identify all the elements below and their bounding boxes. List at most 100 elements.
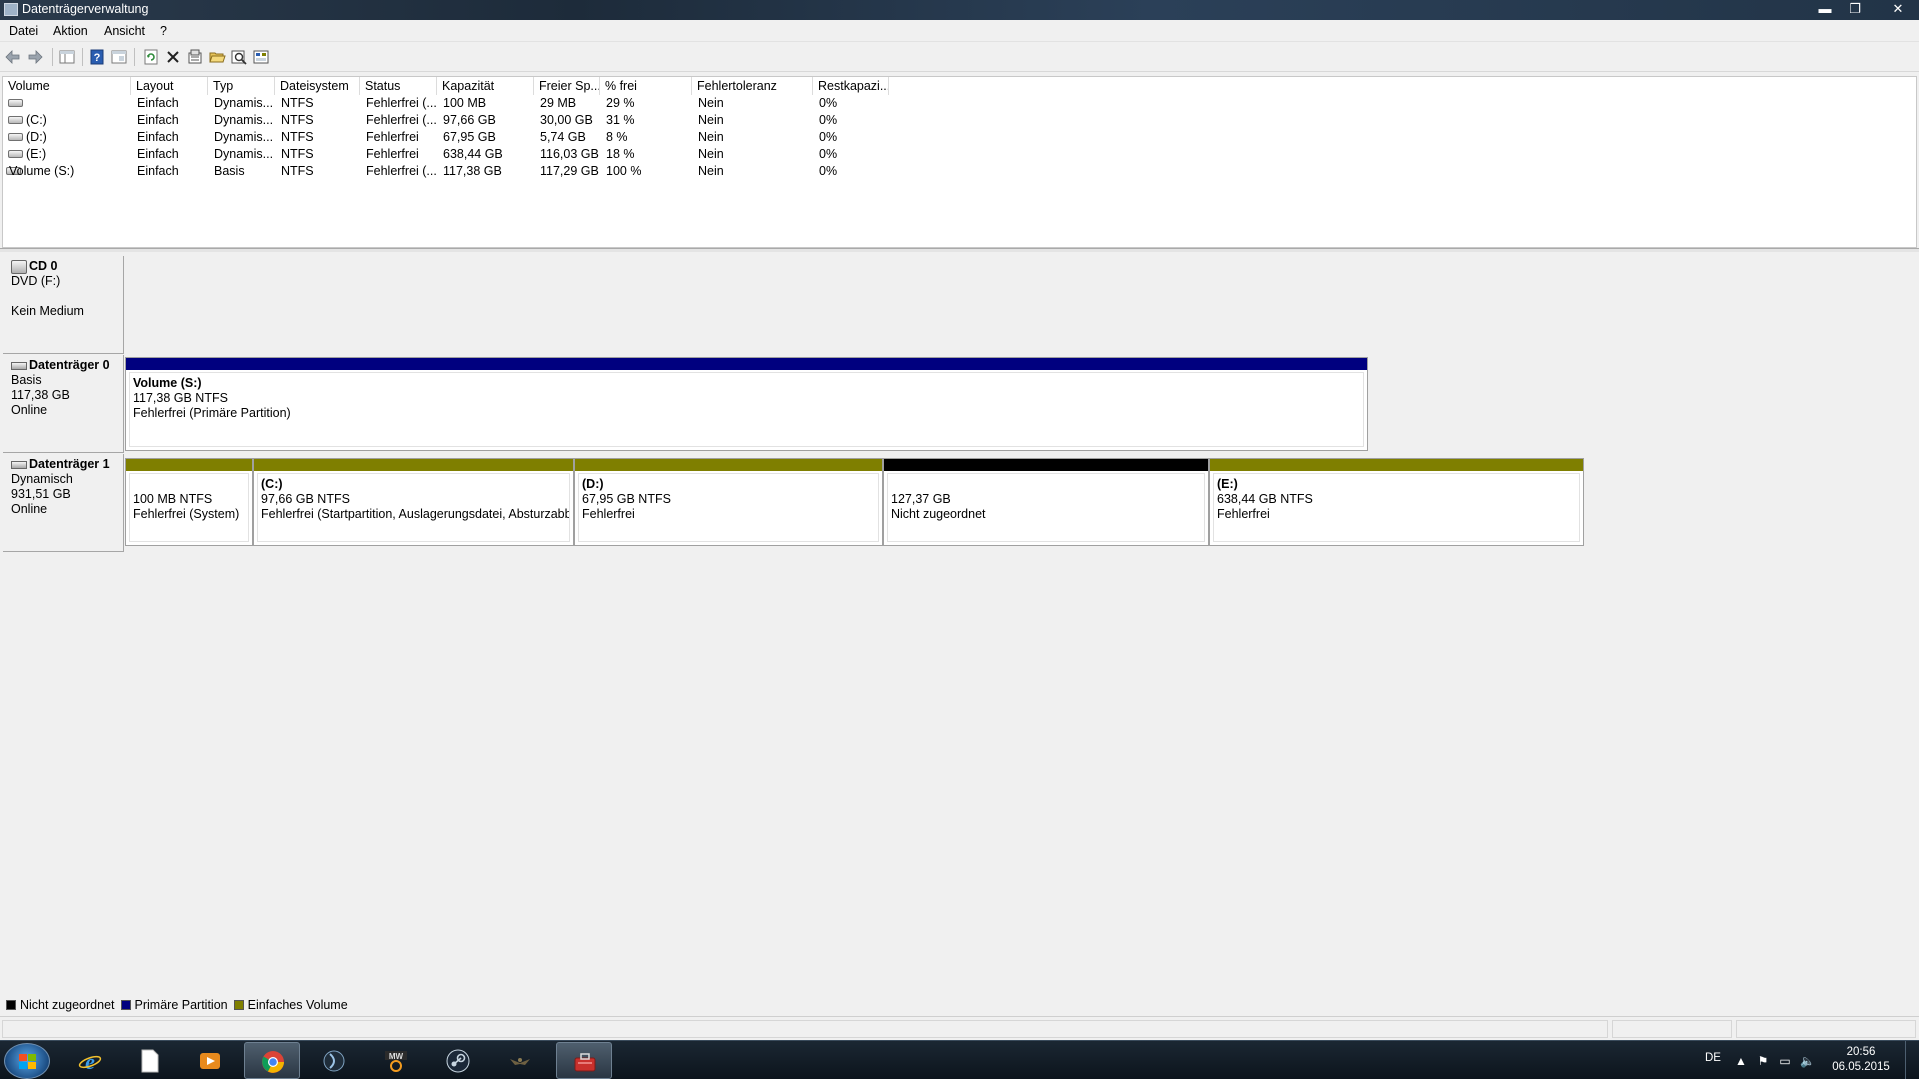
- properties-icon[interactable]: [186, 48, 204, 66]
- column-header-restkapazitaet[interactable]: Restkapazi...: [813, 77, 889, 95]
- back-icon[interactable]: [4, 48, 22, 66]
- volume-row[interactable]: (C:) Einfach Dynamis... NTFS Fehlerfrei …: [3, 112, 1916, 129]
- partition-label: [891, 477, 1201, 492]
- volume-row[interactable]: Volume (S:) Einfach Basis NTFS Fehlerfre…: [3, 163, 1916, 180]
- explore-icon[interactable]: [230, 48, 248, 66]
- menu-datei[interactable]: Datei: [9, 24, 38, 38]
- cell-dateisystem: NTFS: [281, 164, 314, 178]
- column-header-status[interactable]: Status: [360, 77, 437, 95]
- taskbar-media-player[interactable]: [182, 1042, 238, 1079]
- taskbar-computer-management[interactable]: [556, 1042, 612, 1079]
- cell-status: Fehlerfrei (...: [366, 113, 436, 127]
- partition-details: (E:) 638,44 GB NTFS Fehlerfrei: [1213, 473, 1580, 542]
- refresh-icon[interactable]: [142, 48, 160, 66]
- taskbar-clock[interactable]: 20:56 06.05.2015: [1826, 1045, 1896, 1075]
- taskbar-internet-explorer[interactable]: e: [62, 1042, 118, 1079]
- network-icon[interactable]: ▭: [1778, 1054, 1792, 1068]
- partition-status: Fehlerfrei (Primäre Partition): [133, 406, 291, 420]
- close-button[interactable]: ✕: [1880, 0, 1916, 18]
- column-header-fehlertoleranz[interactable]: Fehlertoleranz: [692, 77, 813, 95]
- tray-language[interactable]: DE: [1705, 1052, 1721, 1079]
- menu-ansicht[interactable]: Ansicht: [104, 24, 145, 38]
- partition-segment[interactable]: 100 MB NTFS Fehlerfrei (System): [125, 458, 253, 546]
- cell-restkapazitaet: 0%: [819, 96, 838, 110]
- cell-restkapazitaet: 0%: [819, 164, 838, 178]
- partition-segment[interactable]: (C:) 97,66 GB NTFS Fehlerfrei (Startpartit…: [253, 458, 574, 546]
- column-header-layout[interactable]: Layout: [131, 77, 208, 95]
- legend-item: Nicht zugeordnet: [6, 998, 115, 1012]
- column-header-prozent-frei[interactable]: % frei: [600, 77, 692, 95]
- partition-label: [133, 477, 245, 492]
- windows-logo-icon: [19, 1054, 37, 1070]
- disk-row-datentraeger-0: Volume (S:) 117,38 GB NTFS Fehlerfrei (Pri…: [125, 357, 1916, 451]
- column-header-freier-speicher[interactable]: Freier Sp...: [534, 77, 600, 95]
- cell-fehlertoleranz: Nein: [698, 113, 724, 127]
- disk-info-line: Online: [11, 502, 48, 516]
- partition-segment[interactable]: Volume (S:) 117,38 GB NTFS Fehlerfrei (Pri…: [125, 357, 1368, 451]
- partition-details: 127,37 GB Nicht zugeordnet: [887, 473, 1205, 542]
- menu-aktion[interactable]: Aktion: [53, 24, 88, 38]
- partition-segment[interactable]: (E:) 638,44 GB NTFS Fehlerfrei: [1209, 458, 1584, 546]
- cell-typ: Basis: [214, 164, 245, 178]
- cell-freier-speicher: 5,74 GB: [540, 130, 586, 144]
- legend-label: Einfaches Volume: [247, 998, 348, 1012]
- console-view-icon[interactable]: [110, 48, 128, 66]
- disk-label-datentraeger-0[interactable]: Datenträger 0 Basis 117,38 GB Online: [3, 355, 124, 453]
- minimize-button[interactable]: ▬: [1812, 0, 1838, 18]
- show-hide-tree-icon[interactable]: [58, 48, 76, 66]
- partition-status: Fehlerfrei (Startpartition, Auslagerungs…: [261, 507, 570, 521]
- taskbar-document[interactable]: [122, 1042, 178, 1079]
- cell-fehlertoleranz: Nein: [698, 164, 724, 178]
- delete-icon[interactable]: [164, 48, 182, 66]
- column-header-kapazitaet[interactable]: Kapazität: [437, 77, 534, 95]
- cell-kapazitaet: 117,38 GB: [443, 164, 502, 178]
- hard-disk-icon: [11, 460, 27, 469]
- cell-layout: Einfach: [137, 147, 179, 161]
- column-header-dateisystem[interactable]: Dateisystem: [275, 77, 360, 95]
- taskbar-game-launcher[interactable]: [306, 1042, 362, 1079]
- show-desktop-button[interactable]: [1905, 1041, 1919, 1079]
- menu-help[interactable]: ?: [160, 24, 167, 38]
- cell-fehlertoleranz: Nein: [698, 96, 724, 110]
- taskbar-mwo[interactable]: MW: [368, 1042, 424, 1079]
- cell-kapazitaet: 67,95 GB: [443, 130, 496, 144]
- partition-status: Fehlerfrei: [1217, 507, 1270, 521]
- disk-info-line: Dynamisch: [11, 472, 73, 486]
- svg-text:e: e: [85, 1049, 95, 1073]
- taskbar-eagle-app[interactable]: [492, 1042, 548, 1079]
- toolbar: ?: [0, 42, 1919, 72]
- svg-text:MW: MW: [389, 1052, 404, 1061]
- volume-row[interactable]: (D:) Einfach Dynamis... NTFS Fehlerfrei …: [3, 129, 1916, 146]
- partition-segment[interactable]: (D:) 67,95 GB NTFS Fehlerfrei: [574, 458, 883, 546]
- volume-row[interactable]: (E:) Einfach Dynamis... NTFS Fehlerfrei …: [3, 146, 1916, 163]
- start-button[interactable]: [4, 1043, 50, 1079]
- action-center-flag-icon[interactable]: ⚑: [1756, 1054, 1770, 1068]
- maximize-button[interactable]: ❐: [1842, 0, 1868, 18]
- disk-label-cd0[interactable]: CD 0 DVD (F:) Kein Medium: [3, 256, 124, 354]
- partition-segment[interactable]: 127,37 GB Nicht zugeordnet: [883, 458, 1209, 546]
- svg-text:?: ?: [94, 52, 101, 64]
- taskbar-steam[interactable]: [430, 1042, 486, 1079]
- forward-icon[interactable]: [26, 48, 44, 66]
- cell-restkapazitaet: 0%: [819, 113, 838, 127]
- volume-list[interactable]: Volume Layout Typ Dateisystem Status Kap…: [2, 76, 1917, 248]
- cd-drive-icon: [11, 259, 27, 274]
- disk-info-line: Basis: [11, 373, 42, 387]
- cell-volume: Volume (S:): [9, 164, 75, 178]
- rescan-disks-icon[interactable]: [252, 48, 270, 66]
- show-hidden-icons-icon[interactable]: ▲: [1734, 1054, 1748, 1068]
- cell-status: Fehlerfrei (...: [366, 164, 436, 178]
- volume-row[interactable]: Einfach Dynamis... NTFS Fehlerfrei (... …: [3, 95, 1916, 112]
- help-icon[interactable]: ?: [88, 48, 106, 66]
- column-header-typ[interactable]: Typ: [208, 77, 275, 95]
- open-icon[interactable]: [208, 48, 226, 66]
- internet-explorer-icon: e: [78, 1049, 102, 1073]
- taskbar-chrome[interactable]: [244, 1042, 300, 1079]
- cell-dateisystem: NTFS: [281, 130, 314, 144]
- partition-size: 638,44 GB NTFS: [1217, 492, 1313, 506]
- cell-layout: Einfach: [137, 164, 179, 178]
- volume-icon[interactable]: 🔈: [1800, 1054, 1815, 1068]
- column-header-volume[interactable]: Volume: [3, 77, 131, 95]
- disk-label-datentraeger-1[interactable]: Datenträger 1 Dynamisch 931,51 GB Online: [3, 454, 124, 552]
- partition-bar: [1210, 459, 1583, 471]
